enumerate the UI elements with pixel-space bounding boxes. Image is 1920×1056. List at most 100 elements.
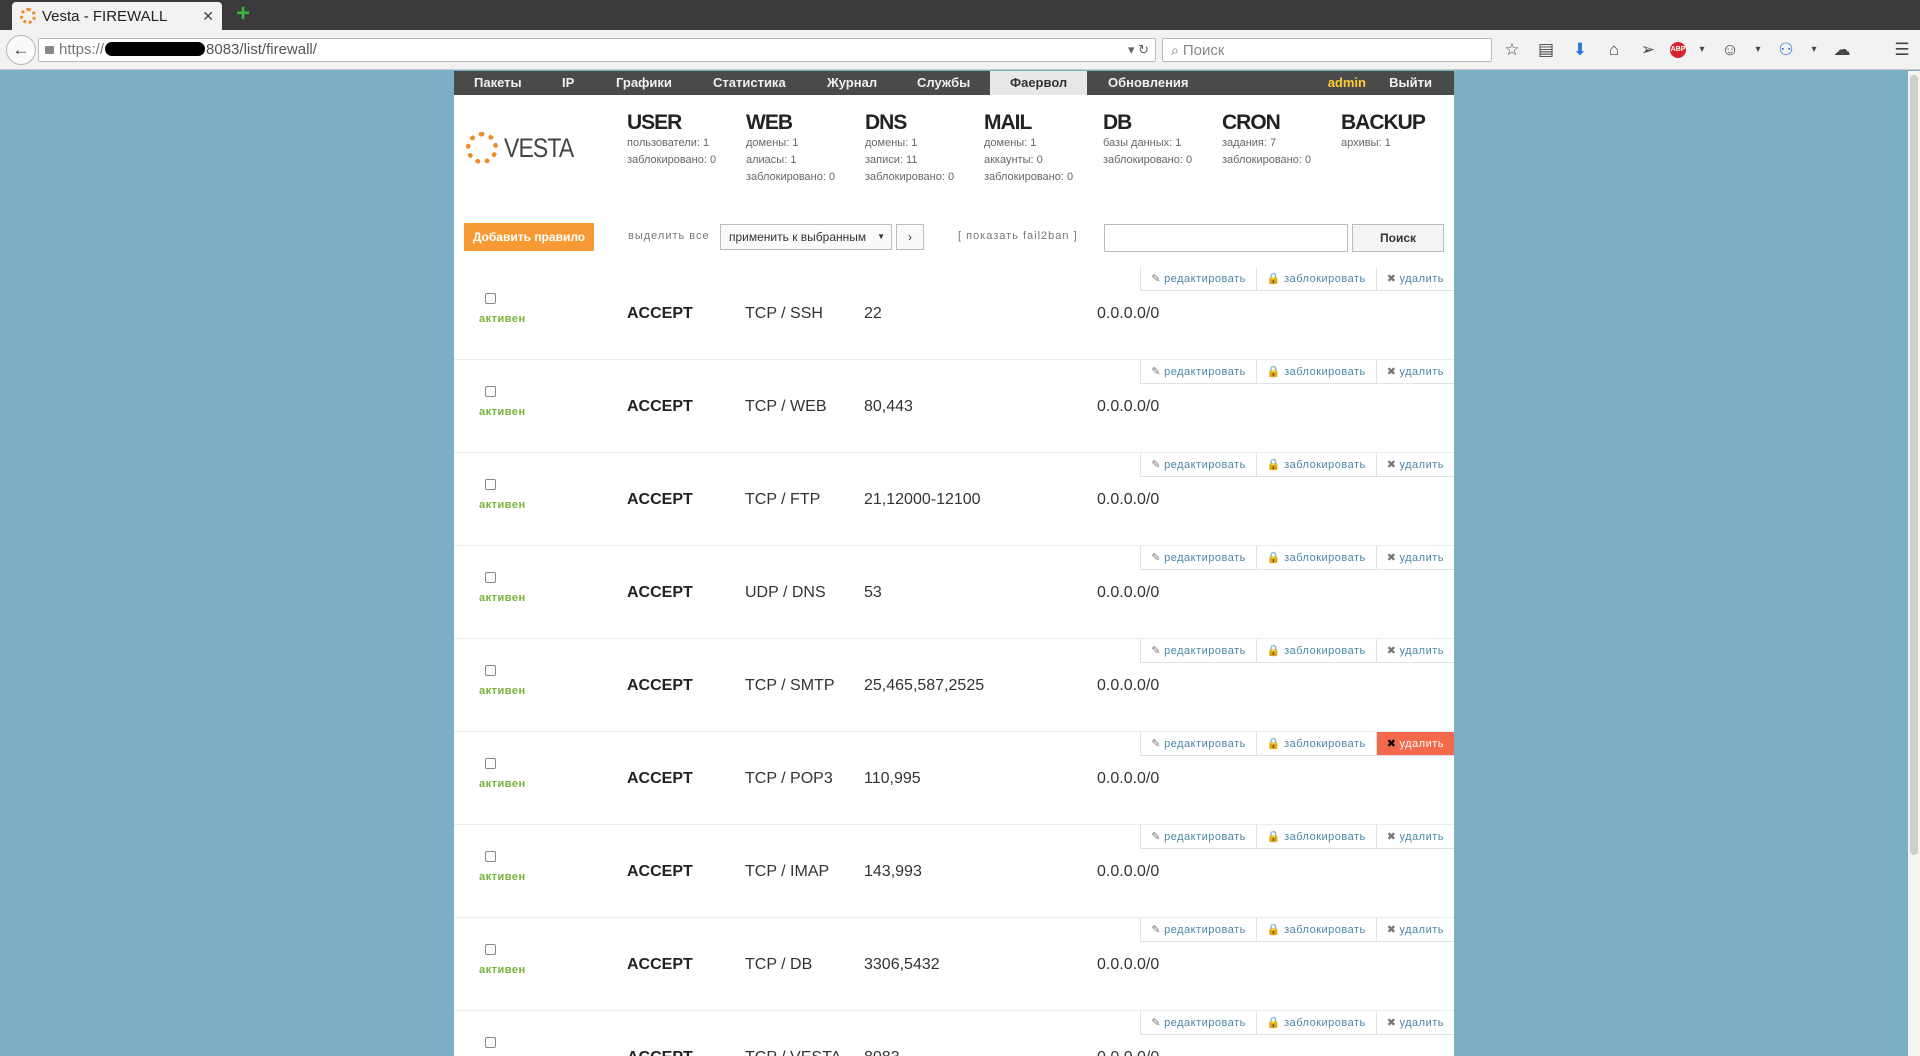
- nav-ip[interactable]: IP: [562, 71, 574, 95]
- delete-rule-button[interactable]: ✖ удалить: [1375, 360, 1454, 384]
- browser-tab[interactable]: Vesta - FIREWALL ✕: [12, 2, 222, 30]
- block-rule-button[interactable]: 🔒 заблокировать: [1255, 825, 1376, 849]
- block-rule-button[interactable]: 🔒 заблокировать: [1255, 639, 1376, 663]
- browser-search-input[interactable]: ⌕ Поиск: [1162, 38, 1492, 62]
- nav-firewall[interactable]: Фаервол: [990, 71, 1088, 95]
- pencil-icon: ✎: [1151, 459, 1162, 471]
- nav-services[interactable]: Службы: [917, 71, 970, 95]
- emoji-icon[interactable]: ☺: [1718, 38, 1742, 62]
- delete-rule-button[interactable]: ✖ удалить: [1375, 825, 1454, 849]
- new-tab-icon[interactable]: +: [232, 2, 254, 26]
- block-rule-button[interactable]: 🔒 заблокировать: [1255, 267, 1376, 291]
- delete-rule-button[interactable]: ✖ удалить: [1375, 639, 1454, 663]
- delete-rule-button[interactable]: ✖ удалить: [1375, 732, 1454, 756]
- select-all-link[interactable]: выделить все: [628, 230, 710, 242]
- reading-list-icon[interactable]: ▤: [1534, 38, 1558, 62]
- stat-web[interactable]: WEB домены: 1 алиасы: 1 заблокировано: 0: [746, 111, 864, 186]
- block-label: заблокировать: [1284, 924, 1366, 936]
- edit-rule-button[interactable]: ✎ редактировать: [1140, 639, 1256, 663]
- search-input[interactable]: [1104, 224, 1348, 252]
- nav-updates[interactable]: Обновления: [1108, 71, 1189, 95]
- edit-rule-button[interactable]: ✎ редактировать: [1140, 453, 1256, 477]
- rule-checkbox[interactable]: [485, 944, 496, 955]
- stat-line: домены: 1: [746, 137, 799, 149]
- edit-rule-button[interactable]: ✎ редактировать: [1140, 546, 1256, 570]
- page-scrollbar[interactable]: [1908, 71, 1920, 1056]
- chevron-down-icon[interactable]: ▾: [1808, 38, 1820, 62]
- rule-checkbox[interactable]: [485, 1037, 496, 1048]
- rule-checkbox[interactable]: [485, 572, 496, 583]
- star-icon[interactable]: ☆: [1500, 38, 1524, 62]
- stat-user[interactable]: USER пользователи: 1 заблокировано: 0: [627, 111, 745, 169]
- rule-status: активен: [479, 778, 526, 790]
- bulk-action-select[interactable]: применить к выбранным ▼: [720, 224, 892, 250]
- vesta-logo[interactable]: VESTA: [466, 132, 586, 164]
- add-rule-button[interactable]: Добавить правило: [464, 223, 594, 251]
- close-icon[interactable]: ✕: [202, 8, 214, 25]
- stat-db[interactable]: DB базы данных: 1 заблокировано: 0: [1103, 111, 1221, 169]
- download-icon[interactable]: ⬇: [1568, 38, 1592, 62]
- home-icon[interactable]: ⌂: [1602, 38, 1626, 62]
- pencil-icon: ✎: [1151, 645, 1162, 657]
- nav-username[interactable]: admin: [1328, 71, 1366, 95]
- adblock-icon[interactable]: ABP: [1670, 42, 1686, 58]
- show-fail2ban-link[interactable]: [ показать fail2ban ]: [958, 230, 1078, 242]
- rule-actions: ✎ редактировать 🔒 заблокировать ✖ удалить: [1140, 267, 1454, 291]
- block-rule-button[interactable]: 🔒 заблокировать: [1255, 360, 1376, 384]
- delete-rule-button[interactable]: ✖ удалить: [1375, 1011, 1454, 1035]
- block-rule-button[interactable]: 🔒 заблокировать: [1255, 732, 1376, 756]
- network-icon[interactable]: ⚇: [1774, 38, 1798, 62]
- rule-status: активен: [479, 313, 526, 325]
- lock-icon: 🔒: [1266, 273, 1282, 285]
- scrollbar-thumb[interactable]: [1910, 75, 1918, 855]
- rule-checkbox[interactable]: [485, 386, 496, 397]
- apply-bulk-button[interactable]: ›: [896, 224, 924, 250]
- rule-checkbox[interactable]: [485, 665, 496, 676]
- delete-rule-button[interactable]: ✖ удалить: [1375, 267, 1454, 291]
- edit-rule-button[interactable]: ✎ редактировать: [1140, 732, 1256, 756]
- back-arrow-icon[interactable]: ←: [6, 35, 36, 65]
- stat-dns[interactable]: DNS домены: 1 записи: 11 заблокировано: …: [865, 111, 983, 186]
- rule-ip: 0.0.0.0/0: [1097, 863, 1160, 880]
- nav-packages[interactable]: Пакеты: [474, 71, 522, 95]
- edit-rule-button[interactable]: ✎ редактировать: [1140, 1011, 1256, 1035]
- delete-rule-button[interactable]: ✖ удалить: [1375, 918, 1454, 942]
- stat-backup[interactable]: BACKUP архивы: 1: [1341, 111, 1454, 152]
- block-rule-button[interactable]: 🔒 заблокировать: [1255, 918, 1376, 942]
- address-bar[interactable]: https:// 8083/list/firewall/ ▾ ↻: [38, 38, 1156, 62]
- delete-label: удалить: [1399, 1017, 1444, 1029]
- edit-label: редактировать: [1164, 924, 1246, 936]
- menu-icon[interactable]: ☰: [1890, 38, 1914, 62]
- stat-title: DNS: [865, 111, 907, 134]
- block-rule-button[interactable]: 🔒 заблокировать: [1255, 1011, 1376, 1035]
- edit-rule-button[interactable]: ✎ редактировать: [1140, 918, 1256, 942]
- delete-rule-button[interactable]: ✖ удалить: [1375, 546, 1454, 570]
- rule-action: ACCEPT: [627, 584, 693, 601]
- chevron-down-icon[interactable]: ▾: [1696, 38, 1708, 62]
- edit-rule-button[interactable]: ✎ редактировать: [1140, 360, 1256, 384]
- chevron-down-icon[interactable]: ▾: [1752, 38, 1764, 62]
- close-icon: ✖: [1386, 366, 1397, 378]
- stat-line: базы данных: 1: [1103, 137, 1182, 149]
- nav-graphs[interactable]: Графики: [616, 71, 672, 95]
- reload-icon[interactable]: ▾ ↻: [1128, 39, 1149, 61]
- stat-cron[interactable]: CRON задания: 7 заблокировано: 0: [1222, 111, 1340, 169]
- nav-statistics[interactable]: Статистика: [713, 71, 786, 95]
- delete-rule-button[interactable]: ✖ удалить: [1375, 453, 1454, 477]
- send-icon[interactable]: ➢: [1636, 38, 1660, 62]
- block-rule-button[interactable]: 🔒 заблокировать: [1255, 546, 1376, 570]
- rule-checkbox[interactable]: [485, 758, 496, 769]
- chat-icon[interactable]: ☁: [1830, 38, 1854, 62]
- logout-button[interactable]: Выйти: [1389, 71, 1432, 95]
- edit-rule-button[interactable]: ✎ редактировать: [1140, 267, 1256, 291]
- search-button[interactable]: Поиск: [1352, 224, 1444, 252]
- rule-checkbox[interactable]: [485, 479, 496, 490]
- rule-checkbox[interactable]: [485, 293, 496, 304]
- block-rule-button[interactable]: 🔒 заблокировать: [1255, 453, 1376, 477]
- rule-checkbox[interactable]: [485, 851, 496, 862]
- stat-mail[interactable]: MAIL домены: 1 аккаунты: 0 заблокировано…: [984, 111, 1102, 186]
- rule-actions: ✎ редактировать 🔒 заблокировать ✖ удалить: [1140, 639, 1454, 663]
- nav-log[interactable]: Журнал: [827, 71, 877, 95]
- edit-rule-button[interactable]: ✎ редактировать: [1140, 825, 1256, 849]
- rule-action: ACCEPT: [627, 863, 693, 880]
